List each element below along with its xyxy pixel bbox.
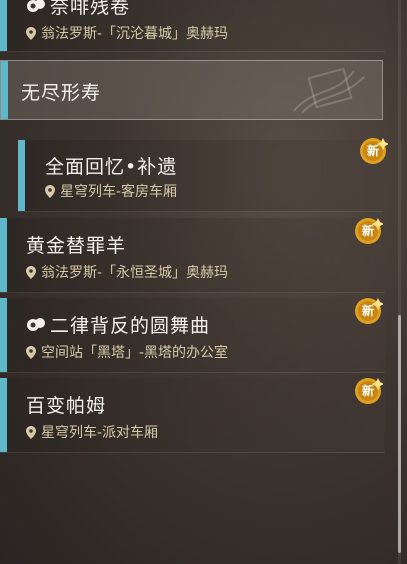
location-pin-icon xyxy=(45,185,55,198)
mission-title: 二律背反的圆舞曲 xyxy=(26,311,210,338)
new-badge: 新 xyxy=(353,216,384,246)
category-title: 无尽形寿 xyxy=(21,82,102,104)
mission-item[interactable]: 奈啡残卷 翁法罗斯-「沉沦暮城」奥赫玛 xyxy=(0,0,385,52)
mission-title: 黄金替罪羊 xyxy=(26,235,127,257)
mission-location: 星穹列车-派对车厢 xyxy=(26,422,158,442)
category-header[interactable]: 无尽形寿 xyxy=(0,60,383,120)
mission-title: 奈啡残卷 xyxy=(26,0,130,19)
mission-icon xyxy=(27,0,45,12)
accent-bar xyxy=(0,378,7,452)
location-pin-icon xyxy=(26,27,36,40)
mission-item[interactable]: 二律背反的圆舞曲 空间站「黑塔」-黑塔的办公室 新 xyxy=(0,298,385,373)
mission-title: 百变帕姆 xyxy=(26,395,107,417)
mission-location: 星穹列车-客房车厢 xyxy=(45,181,177,201)
new-badge: 新 xyxy=(353,296,384,326)
accent-bar xyxy=(0,0,7,51)
accent-bar xyxy=(1,61,8,119)
new-badge: 新 xyxy=(358,136,389,166)
accent-bar xyxy=(18,140,25,211)
mission-location: 空间站「黑塔」-黑塔的办公室 xyxy=(26,342,228,362)
location-pin-icon xyxy=(26,426,36,439)
mission-list-panel: 奈啡残卷 翁法罗斯-「沉沦暮城」奥赫玛 无尽形寿 全面回忆•补遗 星穹列车-客房… xyxy=(0,0,407,564)
header-emblem-icon xyxy=(293,67,365,114)
mission-item[interactable]: 黄金替罪羊 翁法罗斯-「永恒圣城」奥赫玛 新 xyxy=(0,218,385,293)
mission-icon xyxy=(27,318,45,331)
location-pin-icon xyxy=(26,346,36,359)
location-pin-icon xyxy=(26,266,36,279)
scrollbar-thumb[interactable] xyxy=(398,315,401,553)
accent-bar xyxy=(0,298,7,372)
mission-item[interactable]: 百变帕姆 星穹列车-派对车厢 新 xyxy=(0,378,385,453)
mission-location: 翁法罗斯-「沉沦暮城」奥赫玛 xyxy=(26,23,228,43)
mission-location: 翁法罗斯-「永恒圣城」奥赫玛 xyxy=(26,262,228,282)
mission-title: 全面回忆•补遗 xyxy=(45,156,178,178)
accent-bar xyxy=(0,218,7,292)
mission-item[interactable]: 全面回忆•补遗 星穹列车-客房车厢 新 xyxy=(18,138,389,212)
new-badge: 新 xyxy=(353,376,384,406)
